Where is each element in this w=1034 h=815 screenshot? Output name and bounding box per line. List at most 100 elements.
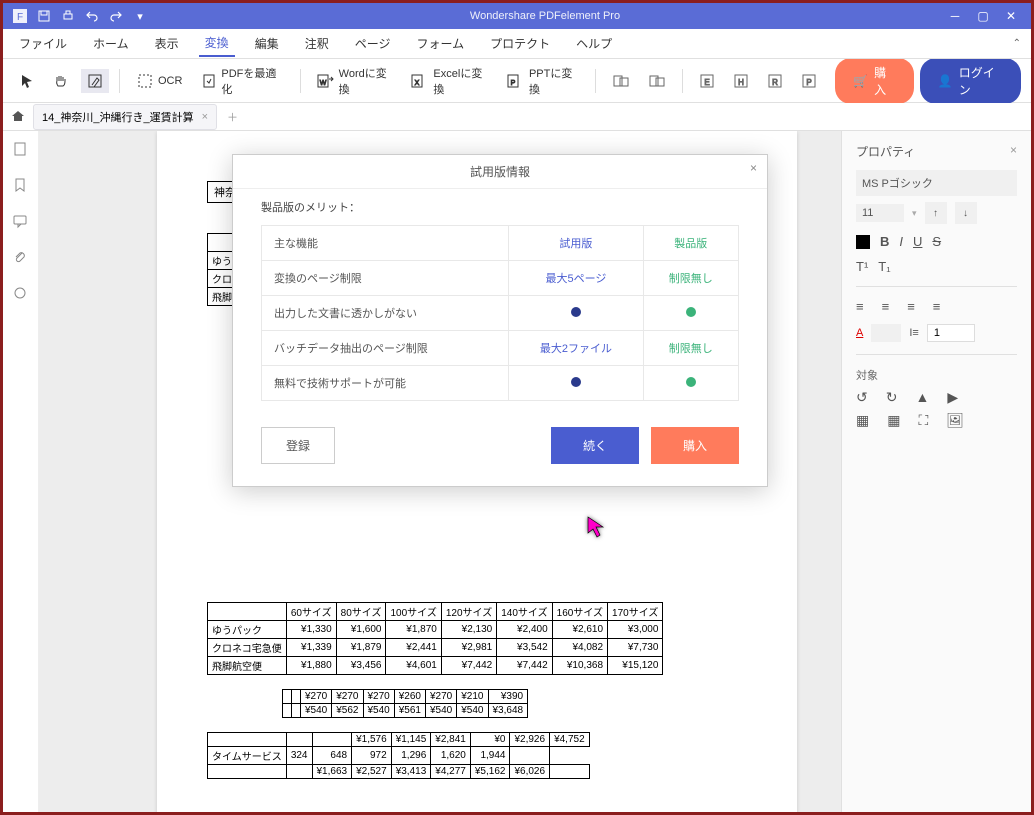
edit-tool[interactable]	[81, 69, 109, 93]
register-button[interactable]: 登録	[261, 427, 335, 464]
new-tab-button[interactable]: ＋	[217, 109, 248, 125]
panel-title: プロパティ	[856, 143, 915, 160]
menu-protect[interactable]: プロテクト	[484, 31, 556, 56]
cart-icon: 🛒	[853, 74, 868, 88]
thumbnail-icon[interactable]	[12, 141, 30, 159]
image-icon[interactable]: 🖼	[946, 412, 964, 429]
attachment-icon[interactable]	[12, 249, 30, 267]
svg-text:P: P	[807, 78, 812, 87]
comment-icon[interactable]	[12, 213, 30, 231]
menu-form[interactable]: フォーム	[410, 31, 470, 56]
collapse-ribbon-icon[interactable]: ⌃	[1013, 38, 1021, 49]
convert-icon-2[interactable]	[642, 69, 672, 93]
format-icon-3[interactable]: R	[761, 69, 789, 93]
svg-text:E: E	[705, 78, 710, 87]
underline-button[interactable]: U	[913, 234, 922, 249]
size-down-icon[interactable]: ↓	[955, 202, 977, 224]
comparison-table: 主な機能 試用版 製品版 変換のページ制限 最大5ページ 制限無し 出力した文書…	[261, 225, 739, 401]
home-icon[interactable]	[11, 109, 27, 125]
crop-icon[interactable]: ⛶	[918, 412, 928, 429]
align-left-icon[interactable]: ≡	[856, 299, 864, 314]
format-icon-1[interactable]: E	[693, 69, 721, 93]
menubar: ファイル ホーム 表示 変換 編集 注釈 ページ フォーム プロテクト ヘルプ …	[3, 29, 1031, 59]
svg-text:R: R	[772, 78, 778, 87]
dropdown-icon[interactable]: ▾	[133, 9, 147, 23]
redo-icon[interactable]	[109, 9, 123, 23]
print-icon[interactable]	[61, 9, 75, 23]
left-sidebar	[3, 131, 39, 812]
menu-help[interactable]: ヘルプ	[570, 31, 618, 56]
tab-close-icon[interactable]: ×	[202, 111, 208, 123]
dot-no-icon	[571, 307, 581, 317]
app-logo-icon: F	[13, 9, 27, 23]
format-icon-2[interactable]: H	[727, 69, 755, 93]
convert-icon-1[interactable]	[606, 69, 636, 93]
toolbar: OCR PDFを最適化 WWordに変換 XExcelに変換 PPPTに変換 E…	[3, 59, 1031, 103]
dot-no-icon	[571, 377, 581, 387]
format-icon-4[interactable]: P	[795, 69, 823, 93]
menu-home[interactable]: ホーム	[87, 31, 135, 56]
size-up-icon[interactable]: ↑	[925, 202, 947, 224]
menu-comment[interactable]: 注釈	[299, 31, 335, 56]
minimize-button[interactable]: ─	[943, 6, 967, 26]
highlight-color[interactable]	[871, 324, 901, 342]
maximize-button[interactable]: ▢	[971, 6, 995, 26]
flip-v-icon[interactable]: ▶	[947, 389, 958, 406]
rotate-right-icon[interactable]: ↻	[886, 389, 898, 406]
shape-icon[interactable]	[12, 285, 30, 303]
rotate-left-icon[interactable]: ↺	[856, 389, 868, 406]
dialog-close-icon[interactable]: ×	[750, 161, 757, 175]
trial-info-dialog: 試用版情報 × 製品版のメリット： 主な機能 試用版 製品版 変換のページ制限 …	[232, 154, 768, 487]
tabbar: 14_神奈川_沖縄行き_運賃計算 × ＋	[3, 103, 1031, 131]
object-icon-2[interactable]: ▦	[887, 412, 900, 429]
to-word-button[interactable]: WWordに変換	[311, 61, 400, 101]
font-select[interactable]: MS Pゴシック	[856, 170, 1017, 196]
save-icon[interactable]	[37, 9, 51, 23]
italic-button[interactable]: I	[899, 234, 903, 249]
properties-panel: プロパティ× MS Pゴシック 11 ▾ ↑ ↓ B I U S T¹ T₁ ≡	[841, 131, 1031, 812]
hand-tool[interactable]	[47, 69, 75, 93]
menu-convert[interactable]: 変換	[199, 30, 235, 57]
modal-buy-button[interactable]: 購入	[651, 427, 739, 464]
fare-table-3: ¥270¥270¥270¥260¥270¥210¥390¥540¥562¥540…	[282, 689, 528, 718]
menu-file[interactable]: ファイル	[13, 31, 73, 56]
close-button[interactable]: ✕	[999, 6, 1023, 26]
align-right-icon[interactable]: ≡	[907, 299, 915, 314]
subscript-button[interactable]: T₁	[878, 259, 890, 274]
flip-h-icon[interactable]: ▲	[915, 389, 929, 406]
highlight-icon[interactable]: A	[856, 327, 863, 339]
buy-button[interactable]: 🛒購入	[835, 58, 914, 104]
svg-text:P: P	[511, 80, 516, 87]
color-swatch[interactable]	[856, 235, 870, 249]
to-ppt-button[interactable]: PPPTに変換	[501, 61, 585, 101]
menu-page[interactable]: ページ	[349, 31, 397, 56]
login-button[interactable]: 👤ログイン	[920, 58, 1021, 104]
panel-close-icon[interactable]: ×	[1010, 143, 1017, 160]
select-tool[interactable]	[13, 69, 41, 93]
continue-button[interactable]: 続く	[551, 427, 639, 464]
align-center-icon[interactable]: ≡	[882, 299, 890, 314]
line-spacing-input[interactable]	[927, 324, 975, 342]
superscript-button[interactable]: T¹	[856, 259, 868, 274]
line-spacing-icon[interactable]: I≡	[909, 327, 918, 339]
ocr-button[interactable]: OCR	[130, 68, 188, 94]
svg-text:F: F	[17, 12, 23, 23]
bold-button[interactable]: B	[880, 234, 889, 249]
undo-icon[interactable]	[85, 9, 99, 23]
to-excel-button[interactable]: XExcelに変換	[405, 61, 495, 101]
menu-view[interactable]: 表示	[149, 31, 185, 56]
dialog-title: 試用版情報	[470, 165, 530, 179]
dialog-subtitle: 製品版のメリット：	[233, 189, 767, 219]
bookmark-icon[interactable]	[12, 177, 30, 195]
svg-text:X: X	[415, 80, 420, 87]
align-justify-icon[interactable]: ≡	[933, 299, 941, 314]
strike-button[interactable]: S	[932, 234, 941, 249]
object-icon-1[interactable]: ▦	[856, 412, 869, 429]
optimize-button[interactable]: PDFを最適化	[194, 61, 289, 101]
menu-edit[interactable]: 編集	[249, 31, 285, 56]
fare-table-4: ¥1,576¥1,145¥2,841¥0¥2,926¥4,752タイムサービス3…	[207, 732, 590, 779]
fare-table-2: 60サイズ80サイズ100サイズ120サイズ140サイズ160サイズ170サイズ…	[207, 602, 663, 675]
font-size-input[interactable]: 11	[856, 204, 904, 222]
document-tab[interactable]: 14_神奈川_沖縄行き_運賃計算 ×	[33, 104, 217, 130]
tab-filename: 14_神奈川_沖縄行き_運賃計算	[42, 109, 194, 125]
